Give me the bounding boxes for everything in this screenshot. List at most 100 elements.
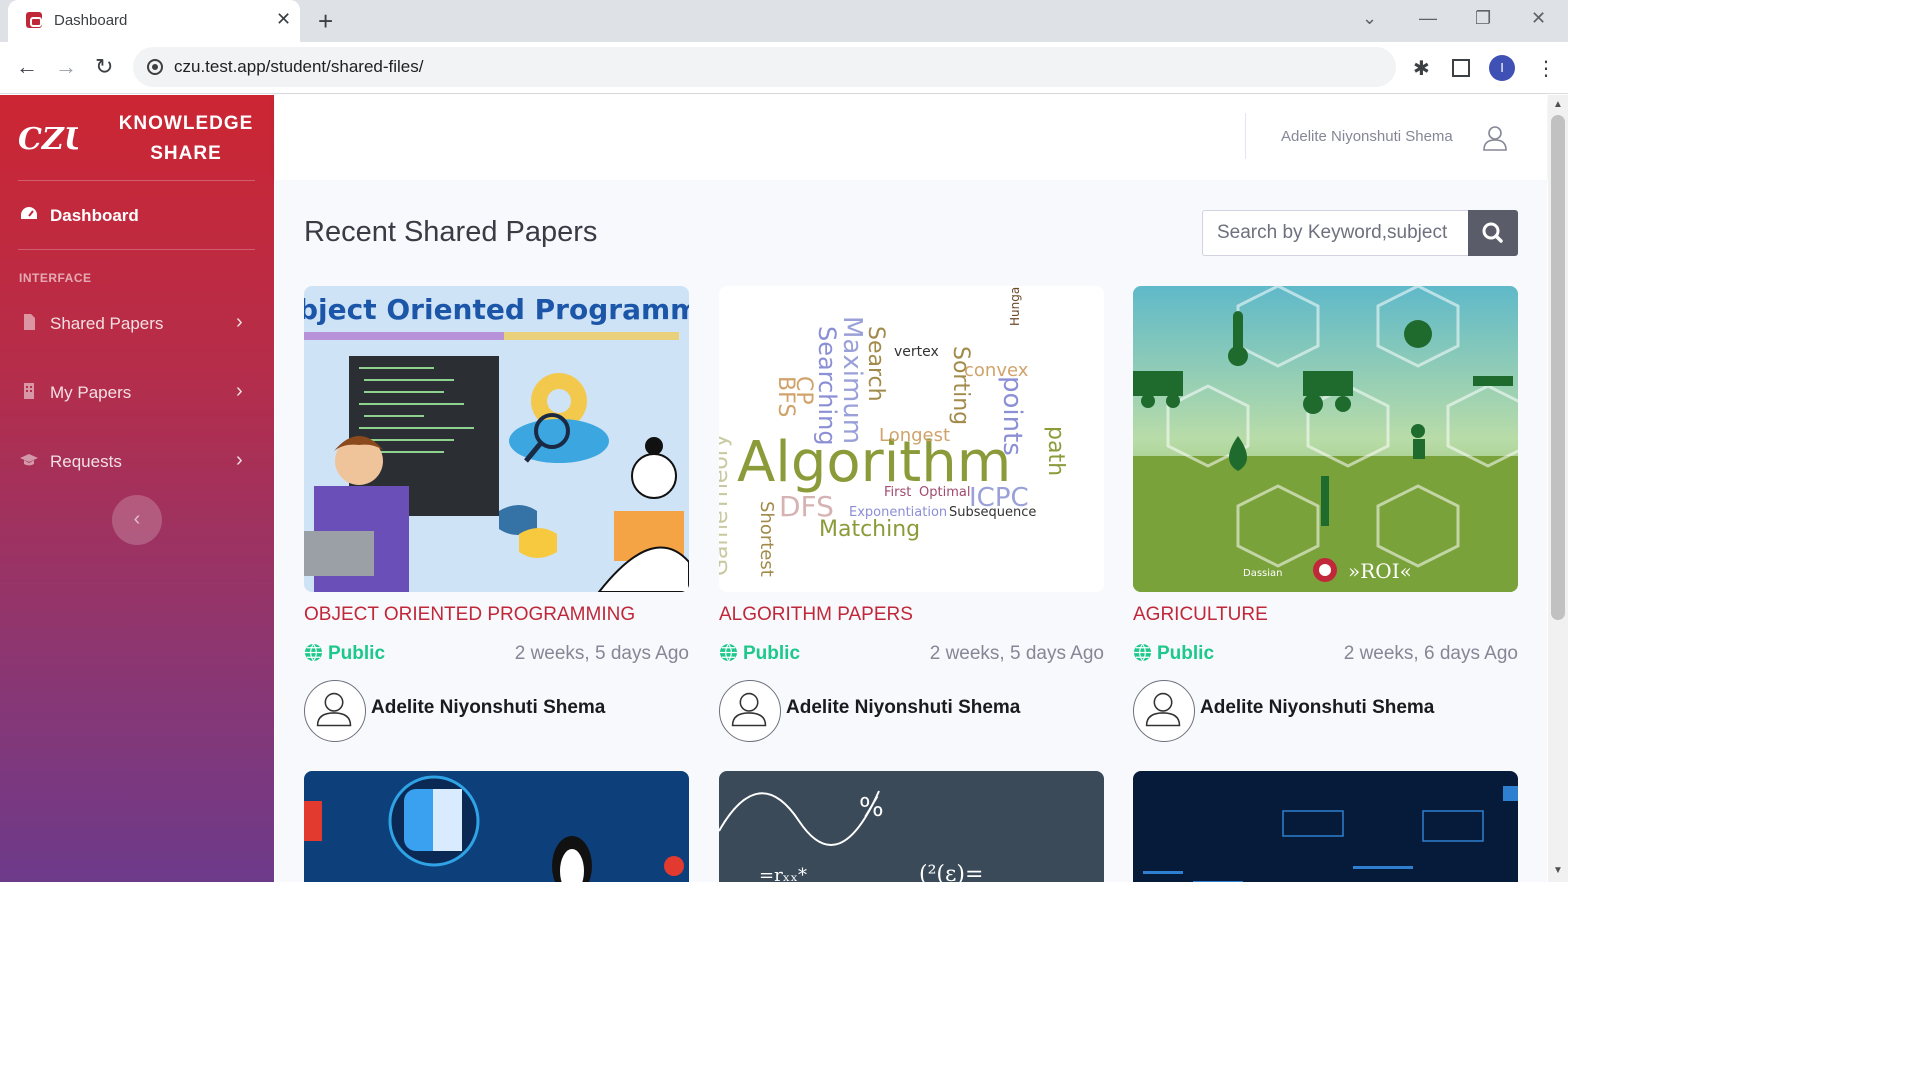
sidebar-item-requests[interactable]: Requests › [18, 447, 258, 477]
url-text[interactable]: czu.test.app/student/shared-files/ [174, 57, 423, 77]
profile-avatar[interactable]: I [1489, 55, 1515, 81]
window-close-icon[interactable]: ✕ [1531, 8, 1546, 29]
brand-line-1: KNOWLEDGE [118, 113, 254, 134]
paper-thumbnail-math[interactable]: % =rₓₓ* (²(ε)= [719, 771, 1104, 882]
paper-title[interactable]: OBJECT ORIENTED PROGRAMMING [304, 604, 635, 626]
svg-text:Matching: Matching [819, 517, 920, 542]
browser-tab[interactable]: Dashboard ✕ [8, 0, 300, 42]
visibility-badge: Public [1133, 643, 1214, 665]
tab-title: Dashboard [54, 12, 128, 29]
globe-icon [304, 643, 323, 662]
shared-date: 2 weeks, 5 days Ago [514, 643, 689, 664]
visibility-label: Public [1157, 643, 1215, 664]
sidebar-item-label: My Papers [50, 383, 132, 402]
svg-text:=rₓₓ*: =rₓₓ* [759, 865, 807, 882]
user-avatar-icon [316, 692, 352, 727]
page-title: Recent Shared Papers [304, 216, 598, 248]
brand-line-2: SHARE [150, 143, 222, 164]
restore-icon[interactable]: ❐ [1475, 8, 1491, 29]
site-info-icon[interactable] [147, 59, 163, 75]
svg-text:Exponentiation: Exponentiation [849, 505, 947, 520]
search-field[interactable] [1202, 210, 1468, 256]
visibility-badge: Public [304, 643, 385, 665]
author-avatar [719, 680, 781, 742]
scroll-down-icon[interactable]: ▼ [1553, 865, 1563, 876]
forward-icon[interactable]: → [55, 54, 77, 80]
sidebar-item-label: Dashboard [50, 206, 139, 225]
author-avatar [1133, 680, 1195, 742]
author-name[interactable]: Adelite Niyonshuti Shema [371, 697, 605, 719]
svg-text:Search: Search [863, 326, 888, 402]
svg-text:Dassian: Dassian [1243, 568, 1283, 579]
paper-thumbnail-oop[interactable]: bject Oriented Programming [304, 286, 689, 592]
back-icon[interactable]: ← [16, 54, 38, 80]
visibility-label: Public [743, 643, 801, 664]
main-content: Recent Shared Papers bject Oriented Prog… [275, 180, 1547, 882]
paper-thumbnail-os[interactable] [304, 771, 689, 882]
svg-text:(²(ε)=: (²(ε)= [919, 862, 983, 882]
tab-close-icon[interactable]: ✕ [276, 9, 291, 30]
minimize-icon[interactable]: — [1419, 8, 1437, 29]
menu-kebab-icon[interactable]: ⋮ [1536, 56, 1556, 81]
svg-text:Subsequence: Subsequence [949, 505, 1036, 520]
sidebar-toggle-button[interactable]: ‹ [112, 495, 162, 545]
extensions-icon[interactable]: ✱ [1413, 56, 1430, 81]
visibility-badge: Public [719, 643, 800, 665]
svg-text:bject Oriented Programming: bject Oriented Programming [304, 293, 689, 326]
omnibox[interactable]: czu.test.app/student/shared-files/ [133, 47, 1396, 87]
data-illustration [1133, 771, 1518, 882]
paper-thumbnail-algorithm[interactable]: Algorithm Searching Maximum Search Sorti… [719, 286, 1104, 592]
sidebar: CZU KNOWLEDGE SHARE Dashboard INTERFACE … [0, 95, 274, 882]
agriculture-illustration: Dassian »ROI« [1133, 286, 1518, 592]
user-avatar-icon [731, 692, 767, 727]
svg-text:»ROI«: »ROI« [1348, 559, 1412, 583]
author-name[interactable]: Adelite Niyonshuti Shema [786, 697, 1020, 719]
svg-text:vertex: vertex [894, 344, 939, 360]
sidebar-divider [18, 180, 255, 181]
new-tab-button[interactable]: + [318, 6, 333, 37]
sidebar-item-dashboard[interactable]: Dashboard [18, 201, 258, 231]
czu-logo-icon[interactable]: CZU [16, 117, 78, 157]
os-illustration [304, 771, 689, 882]
paper-thumbnail-data[interactable] [1133, 771, 1518, 882]
tachometer-icon [21, 207, 37, 219]
search-icon [1482, 222, 1503, 243]
shared-date: 2 weeks, 6 days Ago [1343, 643, 1518, 664]
brand-title[interactable]: KNOWLEDGE SHARE [100, 109, 272, 169]
paper-title[interactable]: ALGORITHM PAPERS [719, 604, 913, 626]
svg-text:CP: CP [791, 376, 816, 405]
topbar-divider [1245, 113, 1246, 159]
page-scrollbar[interactable]: ▲ ▼ [1548, 95, 1568, 882]
sidebar-item-shared-papers[interactable]: Shared Papers › [18, 309, 258, 339]
browser-tab-strip: Dashboard ✕ + ⌄ — ❐ ✕ [0, 0, 1568, 42]
sidebar-item-label: Shared Papers [50, 314, 164, 333]
scroll-up-icon[interactable]: ▲ [1553, 99, 1563, 110]
address-toolbar: ← → ↻ czu.test.app/student/shared-files/… [0, 42, 1568, 94]
shared-date: 2 weeks, 5 days Ago [929, 643, 1104, 664]
side-panel-icon[interactable] [1452, 59, 1470, 77]
user-profile-icon[interactable] [1483, 125, 1507, 151]
paper-title[interactable]: AGRICULTURE [1133, 604, 1268, 626]
chevron-right-icon: › [236, 449, 243, 471]
svg-text:Shortest: Shortest [756, 501, 777, 577]
sidebar-item-my-papers[interactable]: My Papers › [18, 378, 258, 408]
svg-text:CZU: CZU [18, 122, 78, 157]
topbar-user-name[interactable]: Adelite Niyonshuti Shema [1281, 128, 1453, 145]
svg-text:Hungarian: Hungarian [1008, 286, 1022, 326]
search-input[interactable] [1203, 211, 1468, 255]
algorithm-wordcloud: Algorithm Searching Maximum Search Sorti… [719, 286, 1104, 592]
math-illustration: % =rₓₓ* (²(ε)= [719, 771, 1104, 882]
tab-search-icon[interactable]: ⌄ [1362, 8, 1377, 29]
author-name[interactable]: Adelite Niyonshuti Shema [1200, 697, 1434, 719]
globe-icon [1133, 643, 1152, 662]
author-avatar [304, 680, 366, 742]
scroll-thumb[interactable] [1551, 115, 1565, 620]
svg-text:GameTheory: GameTheory [719, 434, 733, 576]
search-button[interactable] [1468, 210, 1518, 256]
paper-thumbnail-agriculture[interactable]: Dassian »ROI« [1133, 286, 1518, 592]
svg-text:Optimal: Optimal [919, 485, 970, 500]
topbar: Adelite Niyonshuti Shema [275, 95, 1547, 180]
chevron-right-icon: › [236, 380, 243, 402]
reload-icon[interactable]: ↻ [95, 54, 113, 80]
svg-text:%: % [859, 793, 884, 823]
